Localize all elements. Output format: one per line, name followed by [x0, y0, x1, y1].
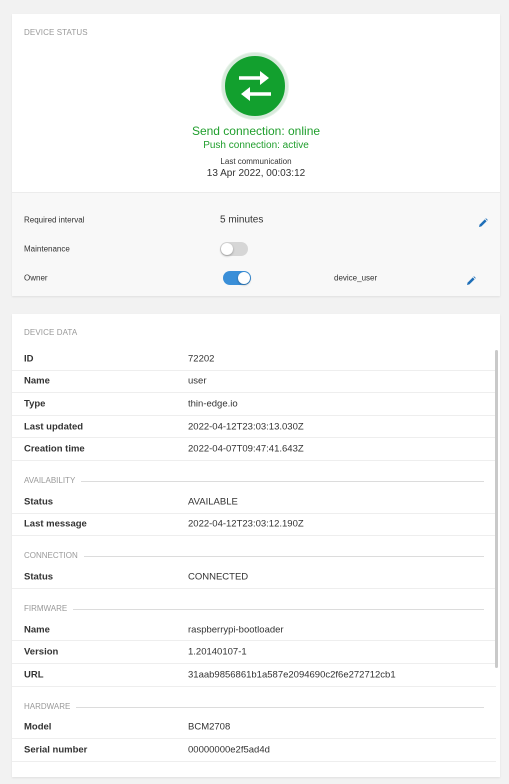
table-row: Status AVAILABLE	[12, 491, 496, 514]
bidirectional-arrows-icon	[222, 53, 288, 119]
row-key: Version	[24, 646, 59, 658]
connection-section-header: CONNECTION	[12, 536, 496, 566]
push-connection-status: Push connection: active	[203, 140, 309, 151]
row-value: 2022-04-12T23:03:12.190Z	[188, 518, 304, 530]
required-interval-value: 5 minutes	[220, 214, 264, 225]
row-key: ID	[24, 353, 34, 365]
device-status-title: DEVICE STATUS	[24, 28, 88, 37]
required-interval-label: Required interval	[24, 215, 85, 224]
row-value: CONNECTED	[188, 571, 249, 583]
row-value: 1.20140107-1	[188, 646, 247, 658]
maintenance-row: Maintenance	[12, 234, 500, 263]
table-row: Creation time 2022-04-07T09:47:41.643Z	[12, 438, 496, 461]
last-communication-value: 13 Apr 2022, 00:03:12	[206, 168, 306, 179]
section-label: AVAILABILITY	[24, 475, 82, 485]
row-value: 2022-04-07T09:47:41.643Z	[188, 443, 304, 455]
divider	[24, 706, 484, 708]
table-row: Status CONNECTED	[12, 566, 496, 589]
row-key: Last updated	[24, 421, 84, 433]
maintenance-label: Maintenance	[24, 244, 70, 253]
table-row: Last updated 2022-04-12T23:03:13.030Z	[12, 416, 496, 439]
divider	[24, 556, 484, 558]
row-value: BCM2708	[188, 721, 231, 733]
row-key: Type	[24, 398, 46, 410]
row-value: 31aab9856861b1a587e2094690c2f6e272712cb1	[188, 669, 396, 681]
maintenance-toggle[interactable]	[220, 241, 248, 256]
row-key: Serial number	[24, 744, 88, 756]
row-key: Status	[24, 571, 54, 583]
last-communication-label: Last communication	[220, 157, 292, 166]
table-row: Name raspberrypi-bootloader	[12, 619, 496, 642]
row-value: 00000000e2f5ad4d	[188, 744, 270, 756]
owner-toggle[interactable]	[223, 270, 251, 285]
row-key: Name	[24, 624, 50, 636]
owner-row: Owner device_user	[12, 263, 500, 292]
divider	[24, 480, 484, 482]
table-row: Serial number 00000000e2f5ad4d	[12, 739, 496, 762]
device-data-card: DEVICE DATA ID 72202 Name user Type thin-ed…	[12, 314, 500, 777]
row-key: URL	[24, 669, 44, 681]
table-row: Name user	[12, 371, 496, 394]
divider	[24, 608, 484, 610]
section-label: HARDWARE	[24, 701, 77, 711]
row-value: thin-edge.io	[188, 398, 238, 410]
table-row: Last message 2022-04-12T23:03:12.190Z	[12, 514, 496, 537]
table-row: Version 1.20140107-1	[12, 641, 496, 664]
table-row: ID 72202	[12, 348, 496, 371]
status-summary: DEVICE STATUS Send connection: online Pu…	[12, 14, 500, 192]
table-row: Type thin-edge.io	[12, 393, 496, 416]
row-key: Creation time	[24, 443, 85, 455]
row-key: Model	[24, 721, 52, 733]
row-key: Name	[24, 375, 50, 387]
owner-value: device_user	[334, 273, 378, 282]
device-status-card: DEVICE STATUS Send connection: online Pu…	[12, 14, 500, 296]
send-connection-status: Send connection: online	[191, 124, 321, 138]
edit-owner-pencil-icon[interactable]	[466, 273, 476, 285]
status-settings: Required interval 5 minutes Maintenance …	[12, 192, 500, 296]
row-value: raspberrypi-bootloader	[188, 624, 284, 636]
section-label: CONNECTION	[24, 551, 84, 561]
table-row: Model BCM2708	[12, 717, 496, 740]
hardware-section-header: HARDWARE	[12, 687, 496, 717]
device-data-title: DEVICE DATA	[24, 328, 78, 337]
row-key: Status	[24, 496, 54, 508]
firmware-section-header: FIRMWARE	[12, 589, 496, 619]
device-data-list: ID 72202 Name user Type thin-edge.io Last u…	[12, 348, 496, 762]
availability-section-header: AVAILABILITY	[12, 461, 496, 491]
row-value: AVAILABLE	[188, 496, 238, 508]
owner-label: Owner	[24, 273, 48, 282]
toggle-knob	[238, 271, 250, 284]
toggle-knob	[221, 242, 233, 255]
table-row: URL 31aab9856861b1a587e2094690c2f6e272712…	[12, 664, 496, 687]
section-label: FIRMWARE	[24, 603, 74, 613]
row-key: Last message	[24, 518, 87, 530]
row-value: 72202	[188, 353, 215, 365]
row-value: user	[188, 375, 207, 387]
row-value: 2022-04-12T23:03:13.030Z	[188, 421, 304, 433]
vertical-scrollbar[interactable]	[495, 350, 498, 668]
required-interval-row: Required interval 5 minutes	[12, 205, 500, 234]
edit-interval-pencil-icon[interactable]	[478, 215, 488, 227]
